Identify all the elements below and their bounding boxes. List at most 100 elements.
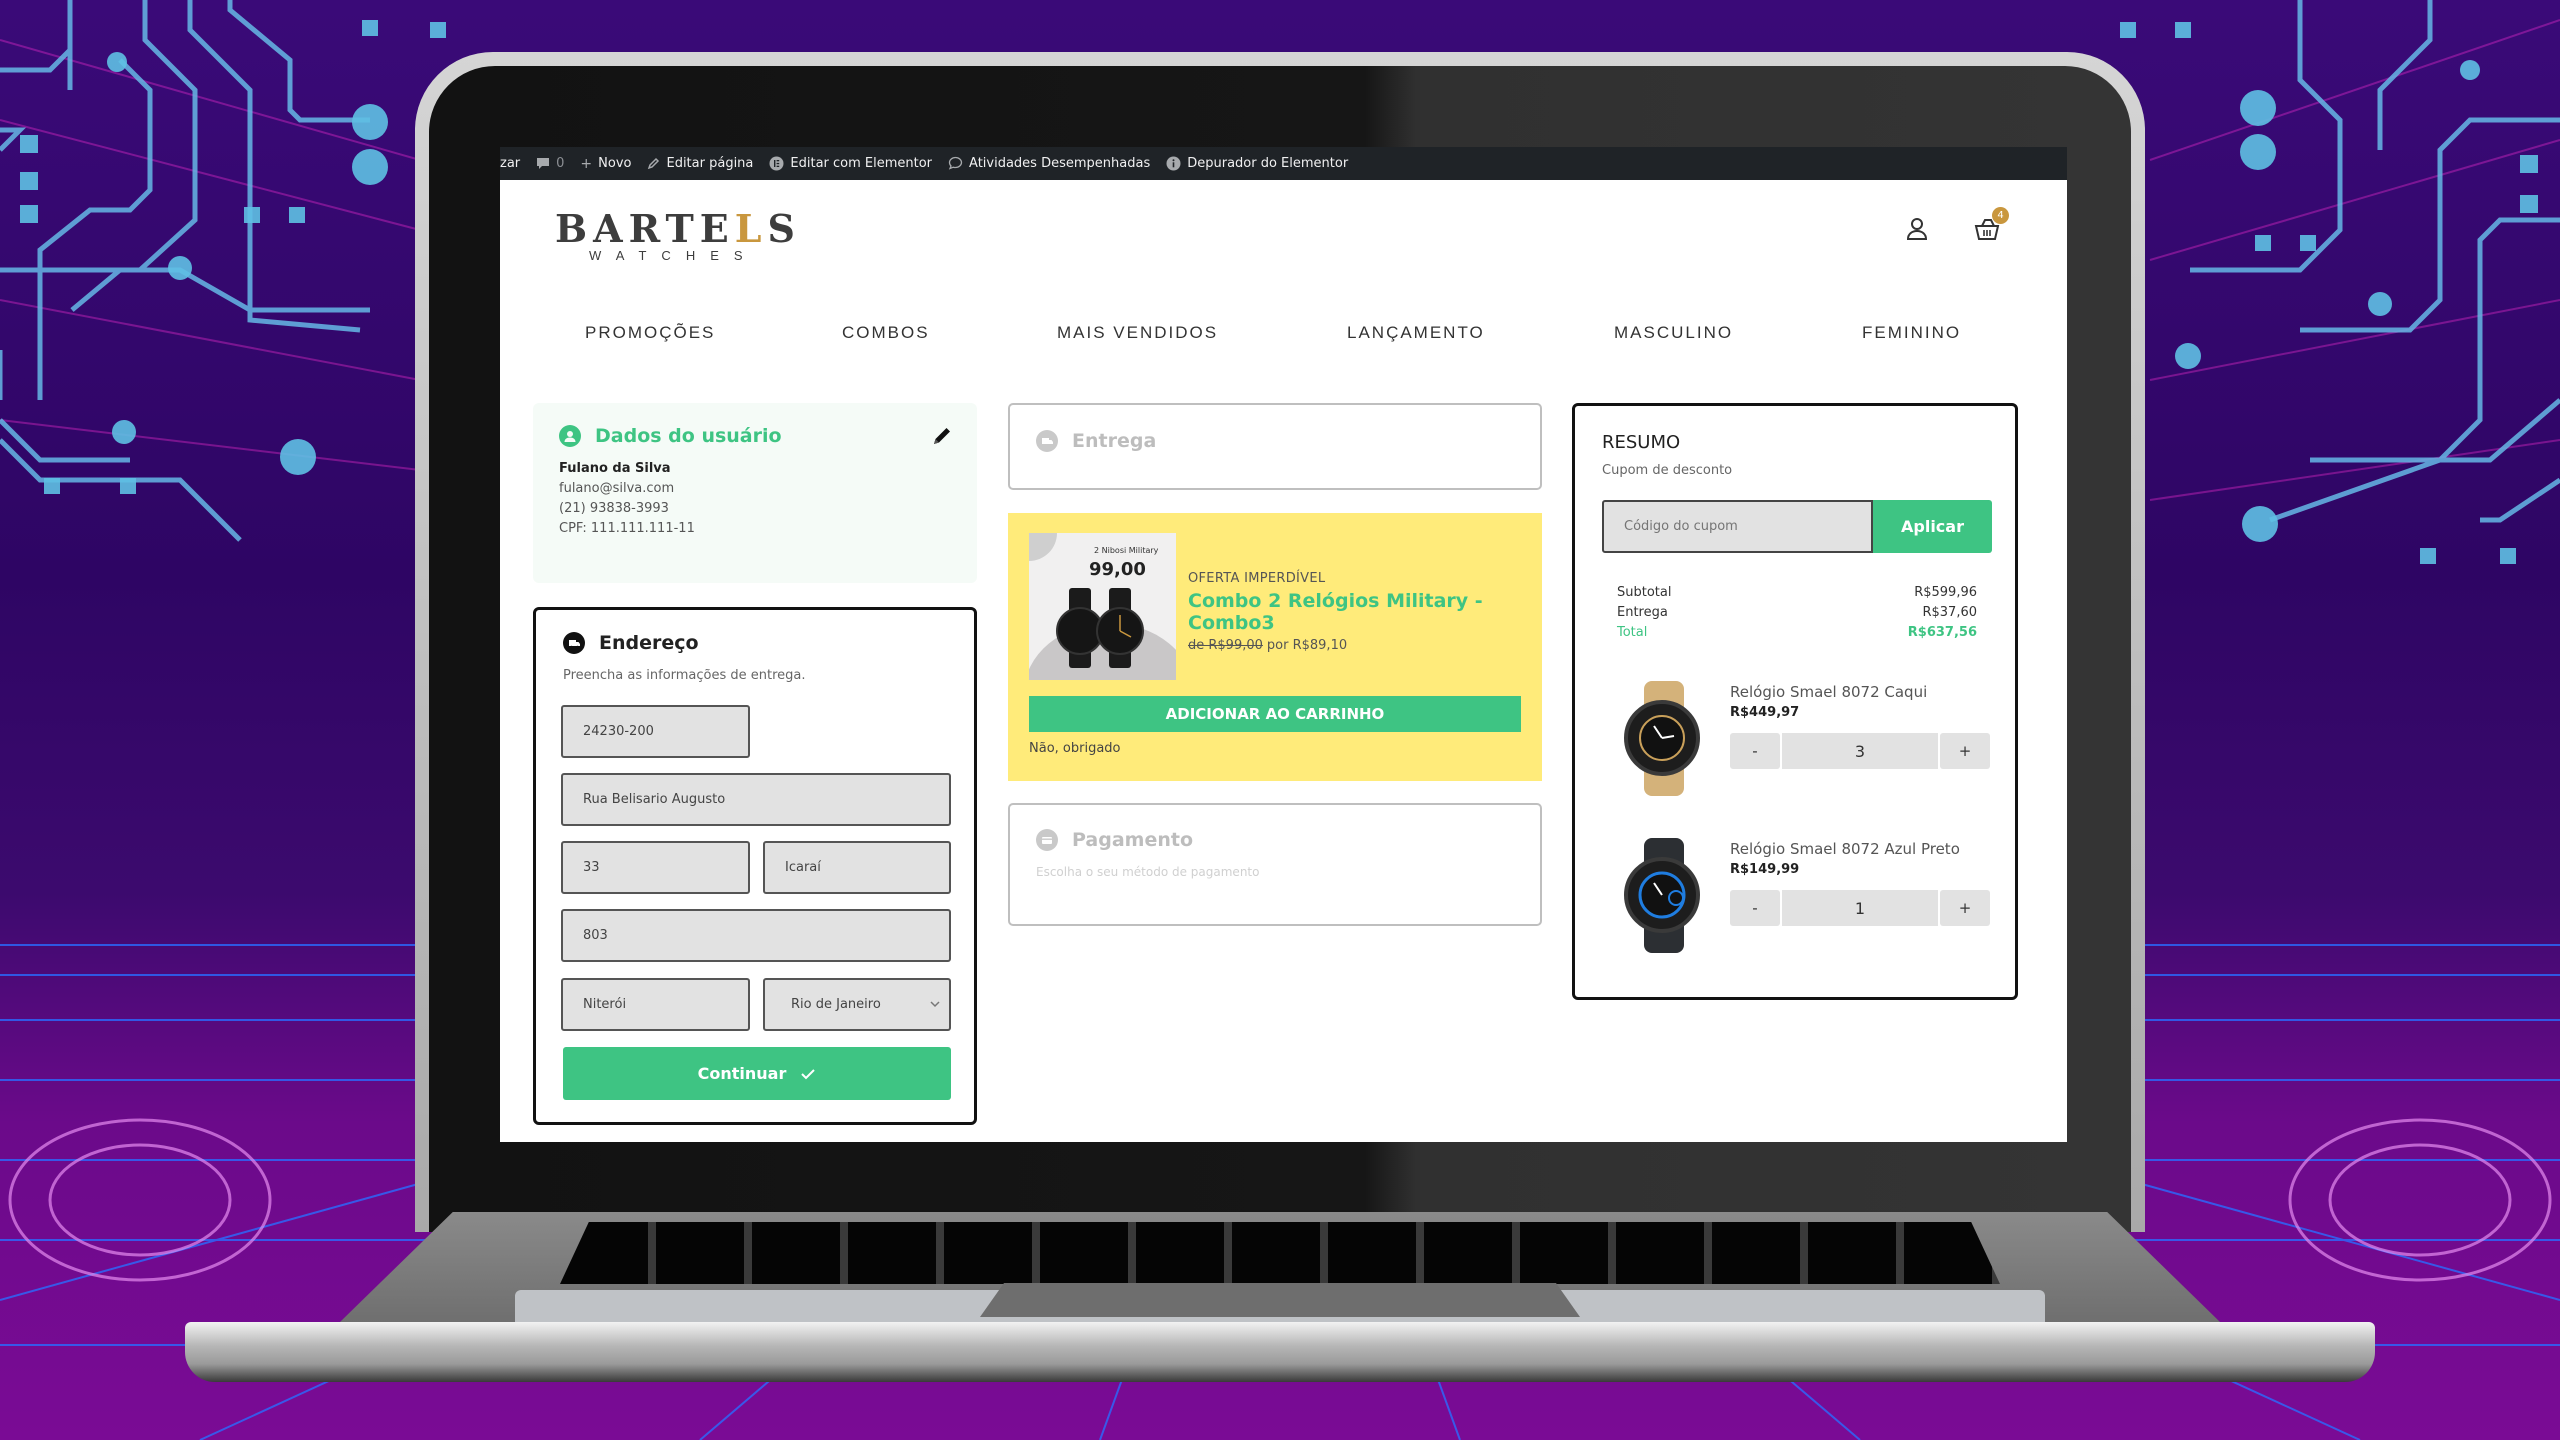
truck-icon xyxy=(1036,430,1058,452)
add-to-cart-button[interactable]: ADICIONAR AO CARRINHO xyxy=(1029,696,1521,732)
offer-product-image: 2 Nibosi Military 99,00 xyxy=(1029,533,1176,680)
address-header: Endereço xyxy=(563,632,947,654)
row-value: R$637,56 xyxy=(1907,625,1977,640)
admin-bar-item-edit-page[interactable]: Editar página xyxy=(647,156,753,171)
admin-bar-item-elementor[interactable]: Editar com Elementor xyxy=(769,156,932,171)
city-field[interactable] xyxy=(561,978,750,1031)
nav-item-promocoes[interactable]: PROMOÇÕES xyxy=(585,323,715,343)
user-email: fulano@silva.com xyxy=(559,481,675,496)
cep-input[interactable] xyxy=(583,724,748,739)
credit-card-icon xyxy=(1036,829,1058,851)
number-input[interactable] xyxy=(583,860,748,875)
watch-khaki-image xyxy=(1624,681,1700,796)
admin-bar-label: zar xyxy=(500,156,521,171)
chevron-down-icon xyxy=(930,1001,940,1008)
offer-image-price: 99,00 xyxy=(1089,559,1146,580)
logo-tagline: WATCHES xyxy=(589,248,758,263)
apply-coupon-button[interactable]: Aplicar xyxy=(1873,500,1992,553)
admin-bar-label: Editar página xyxy=(666,156,754,171)
row-label: Subtotal xyxy=(1617,585,1672,600)
offer-tag: OFERTA IMPERDÍVEL xyxy=(1188,571,1326,586)
user-icon xyxy=(1906,218,1928,240)
brand-logo[interactable]: BARTELS WATCHES xyxy=(555,209,815,263)
nav-item-feminino[interactable]: FEMININO xyxy=(1862,323,1961,343)
qty-value[interactable]: 1 xyxy=(1782,890,1938,926)
admin-bar-item-new[interactable]: + Novo xyxy=(580,156,631,172)
continue-button[interactable]: Continuar xyxy=(563,1047,951,1100)
user-name: Fulano da Silva xyxy=(559,461,671,476)
pencil-icon xyxy=(934,428,950,444)
number-field[interactable] xyxy=(561,841,750,894)
state-select[interactable]: Rio de Janeiro xyxy=(763,978,951,1031)
check-icon xyxy=(801,1068,816,1079)
increase-qty-button[interactable]: + xyxy=(1940,733,1990,769)
cep-field[interactable] xyxy=(561,705,750,758)
user-phone: (21) 93838-3993 xyxy=(559,501,669,516)
neighborhood-input[interactable] xyxy=(785,860,949,875)
cart-item: Relógio Smael 8072 Caqui R$449,97 - 3 + xyxy=(1602,681,1992,801)
summary-title: RESUMO xyxy=(1602,432,1681,453)
nav-item-mais-vendidos[interactable]: MAIS VENDIDOS xyxy=(1057,323,1218,343)
cart-count-badge: 4 xyxy=(1992,207,2009,224)
admin-bar-item-debugger[interactable]: Depurador do Elementor xyxy=(1166,156,1348,171)
order-summary: RESUMO Cupom de desconto Aplicar Subtota… xyxy=(1572,403,2018,1000)
user-cpf: CPF: 111.111.111-11 xyxy=(559,521,695,536)
nav-item-masculino[interactable]: MASCULINO xyxy=(1614,323,1733,343)
laptop-keyboard xyxy=(560,1222,2000,1284)
info-icon xyxy=(1166,156,1181,171)
decrease-qty-button[interactable]: - xyxy=(1730,890,1780,926)
user-data-panel: Dados do usuário Fulano da Silva fulano@… xyxy=(533,403,977,583)
payment-header: Pagamento xyxy=(1036,829,1514,851)
admin-bar-label: Depurador do Elementor xyxy=(1187,156,1349,171)
cart-item-name[interactable]: Relógio Smael 8072 Azul Preto xyxy=(1730,840,1960,858)
logo-text: S xyxy=(767,206,801,251)
state-select-value: Rio de Janeiro xyxy=(791,997,881,1012)
street-field[interactable] xyxy=(561,773,951,826)
cart-item-name[interactable]: Relógio Smael 8072 Caqui xyxy=(1730,683,1927,701)
cart-item-price: R$449,97 xyxy=(1730,705,1800,720)
complement-input[interactable] xyxy=(583,928,949,943)
subtotal-row: Subtotal R$599,96 xyxy=(1617,583,1977,603)
offer-new-price: por R$89,10 xyxy=(1266,638,1348,653)
neighborhood-field[interactable] xyxy=(763,841,951,894)
delivery-step[interactable]: Entrega xyxy=(1008,403,1542,490)
elementor-icon xyxy=(769,156,784,171)
decline-offer-link[interactable]: Não, obrigado xyxy=(1029,741,1121,756)
user-panel-header: Dados do usuário xyxy=(559,425,951,447)
wp-admin-bar: zar 0 + Novo Editar página Editar com El… xyxy=(500,147,2067,180)
totals-table: Subtotal R$599,96 Entrega R$37,60 Total R$6… xyxy=(1617,583,1977,643)
address-subtitle: Preencha as informações de entrega. xyxy=(563,668,806,683)
payment-subtitle: Escolha o seu método de pagamento xyxy=(1036,865,1260,879)
account-button[interactable] xyxy=(1903,215,1931,243)
increase-qty-button[interactable]: + xyxy=(1940,890,1990,926)
offer-image-heading: 2 Nibosi Military xyxy=(1094,546,1159,555)
offer-price: de R$99,00 por R$89,10 xyxy=(1188,638,1508,653)
row-label: Entrega xyxy=(1617,605,1668,620)
coupon-field[interactable] xyxy=(1602,500,1873,553)
cart-button[interactable]: 4 xyxy=(1973,207,2009,243)
admin-bar-item-activities[interactable]: Atividades Desempenhadas xyxy=(948,156,1150,171)
plus-icon: + xyxy=(580,155,593,172)
payment-title: Pagamento xyxy=(1072,829,1194,851)
admin-bar-item-customize[interactable]: zar xyxy=(500,156,520,171)
edit-user-button[interactable] xyxy=(931,425,953,447)
city-input[interactable] xyxy=(583,997,748,1012)
admin-bar-item-comments[interactable]: 0 xyxy=(536,156,564,171)
coupon-row: Aplicar xyxy=(1602,500,1992,553)
watch-blue-black-image xyxy=(1624,838,1700,953)
complement-field[interactable] xyxy=(561,909,951,962)
qty-value[interactable]: 3 xyxy=(1782,733,1938,769)
coupon-input[interactable] xyxy=(1624,519,1871,534)
nav-item-combos[interactable]: COMBOS xyxy=(842,323,930,343)
street-input[interactable] xyxy=(583,792,949,807)
row-label: Total xyxy=(1617,625,1648,640)
address-title: Endereço xyxy=(599,632,699,654)
decrease-qty-button[interactable]: - xyxy=(1730,733,1780,769)
truck-icon xyxy=(563,632,585,654)
combo-watches-image: 2 Nibosi Military 99,00 xyxy=(1029,533,1176,680)
nav-item-lancamento[interactable]: LANÇAMENTO xyxy=(1347,323,1485,343)
delivery-title: Entrega xyxy=(1072,430,1157,452)
payment-step[interactable]: Pagamento Escolha o seu método de pagame… xyxy=(1008,803,1542,926)
offer-details: OFERTA IMPERDÍVEL Combo 2 Relógios Milit… xyxy=(1188,571,1508,653)
main-nav: PROMOÇÕES COMBOS MAIS VENDIDOS LANÇAMENT… xyxy=(500,323,2067,353)
